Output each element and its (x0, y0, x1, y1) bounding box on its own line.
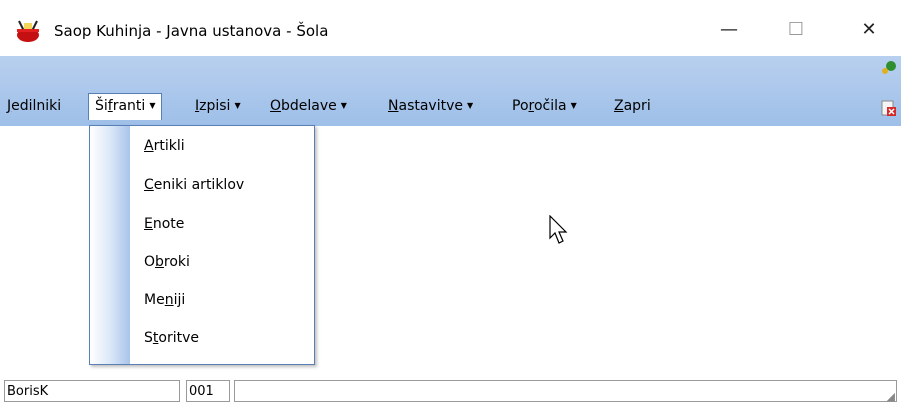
dropdown-arrow-icon: ▼ (149, 101, 156, 110)
dropdown-arrow-icon: ▼ (570, 101, 577, 110)
dropdown-gutter (90, 126, 130, 364)
mouse-cursor-icon (549, 215, 568, 244)
menu-zapri[interactable]: Zapri (614, 98, 651, 114)
green-key-icon[interactable] (881, 60, 897, 76)
menu-jedilniki[interactable]: Jedilniki (7, 98, 61, 114)
title-bar: Saop Kuhinja - Javna ustanova - Šola — ☐… (0, 0, 901, 56)
menu-nastavitve[interactable]: Nastavitve ▼ (388, 98, 473, 114)
dropdown-arrow-icon: ▼ (467, 101, 474, 110)
menu-bar: Jedilniki Šifranti ▼ Izpisi ▼ Obdelave ▼ Na… (0, 56, 901, 126)
dropdown-arrow-icon: ▼ (340, 101, 347, 110)
menu-sifranti[interactable]: Šifranti ▼ (88, 93, 163, 120)
close-document-icon[interactable] (881, 100, 897, 116)
status-bar: BorisK 001 ◢ (0, 378, 901, 405)
status-user: BorisK (4, 380, 180, 402)
sifranti-dropdown: Artikli Ceniki artiklov Enote Obroki Men… (89, 125, 315, 365)
window-title: Saop Kuhinja - Javna ustanova - Šola (54, 22, 329, 40)
dropdown-arrow-icon: ▼ (234, 101, 241, 110)
close-button[interactable]: ✕ (840, 8, 898, 52)
menu-obdelave[interactable]: Obdelave ▼ (270, 98, 347, 114)
maximize-button[interactable]: ☐ (767, 8, 825, 52)
menuitem-artikli[interactable]: Artikli (144, 138, 185, 154)
menu-porocila[interactable]: Poročila ▼ (512, 98, 577, 114)
menuitem-meniji[interactable]: Meniji (144, 292, 185, 308)
minimize-button[interactable]: — (700, 8, 758, 52)
resize-grip-icon[interactable]: ◢ (887, 390, 895, 403)
menuitem-ceniki-artiklov[interactable]: Ceniki artiklov (144, 177, 244, 193)
menuitem-obroki[interactable]: Obroki (144, 254, 190, 270)
menuitem-storitve[interactable]: Storitve (144, 330, 199, 346)
cooking-pot-icon (17, 20, 39, 42)
menuitem-enote[interactable]: Enote (144, 216, 184, 232)
status-code: 001 (186, 380, 230, 402)
menu-izpisi[interactable]: Izpisi ▼ (195, 98, 241, 114)
status-message (234, 380, 897, 402)
